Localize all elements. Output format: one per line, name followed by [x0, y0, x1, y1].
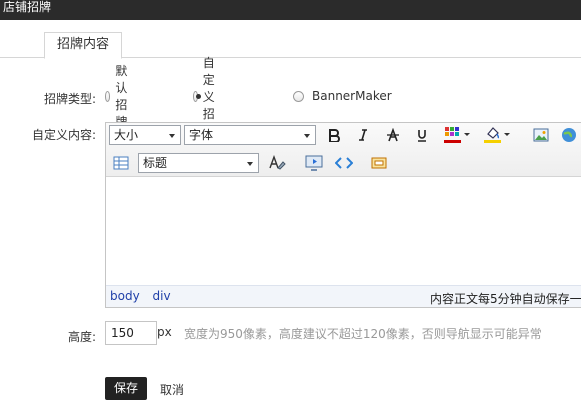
radio-indicator	[293, 90, 304, 102]
paint-bucket-icon	[484, 127, 510, 143]
bold-icon	[329, 129, 340, 142]
heading-select[interactable]: 标题	[138, 153, 259, 173]
rich-text-editor: 大小 字体 标题 body div 内容正文每5分钟自动保存一次	[105, 122, 581, 308]
font-size-value: 大小	[114, 128, 139, 142]
italic-icon	[359, 129, 367, 141]
path-item-div[interactable]: div	[153, 289, 171, 303]
height-input[interactable]	[105, 321, 157, 345]
radio-indicator-selected	[193, 90, 201, 102]
autosave-note: 内容正文每5分钟自动保存一次	[430, 292, 581, 306]
custom-content-label: 自定义内容:	[31, 128, 96, 142]
editor-status-bar: body div 内容正文每5分钟自动保存一次	[106, 285, 581, 307]
height-hint: 宽度为950像素，高度建议不超过120像素，否则导航显示可能异常	[184, 327, 542, 341]
background-color-button[interactable]	[482, 124, 512, 146]
insert-media-button[interactable]	[303, 152, 325, 174]
font-size-select[interactable]: 大小	[109, 125, 181, 145]
window-title: 店铺招牌	[0, 0, 581, 20]
table-icon	[113, 156, 129, 170]
tab-signboard-content[interactable]: 招牌内容	[44, 32, 122, 59]
chevron-down-icon	[247, 162, 253, 166]
insert-image-button[interactable]	[530, 124, 552, 146]
radio-default-signboard[interactable]: 默认招牌	[105, 64, 133, 129]
radio-bannermaker[interactable]: BannerMaker	[293, 88, 392, 104]
chevron-down-icon	[169, 134, 175, 138]
insert-link-button[interactable]	[558, 124, 580, 146]
text-color-icon	[444, 127, 470, 143]
font-family-select[interactable]: 字体	[184, 125, 316, 145]
radio-label: 默认招牌	[115, 64, 128, 129]
globe-icon	[562, 128, 576, 142]
cancel-button[interactable]: 取消	[160, 381, 184, 398]
source-code-button[interactable]	[333, 152, 355, 174]
code-icon	[335, 157, 353, 169]
heading-value: 标题	[143, 156, 168, 170]
chevron-down-icon	[304, 134, 310, 138]
underline-button[interactable]	[411, 124, 433, 146]
tab-bar: 招牌内容	[0, 32, 581, 59]
height-unit: px	[157, 325, 172, 339]
height-label: 高度:	[67, 330, 96, 344]
font-family-value: 字体	[189, 128, 214, 142]
image-icon	[533, 128, 549, 142]
editor-toolbar: 大小 字体 标题	[106, 123, 581, 177]
italic-button[interactable]	[352, 124, 374, 146]
clear-format-button[interactable]	[266, 152, 288, 174]
bold-button[interactable]	[323, 124, 345, 146]
underline-icon	[418, 130, 426, 142]
text-color-button[interactable]	[442, 124, 472, 146]
table-button[interactable]	[110, 152, 132, 174]
path-item-body[interactable]: body	[110, 289, 140, 303]
radio-label: BannerMaker	[312, 89, 392, 103]
signboard-type-label: 招牌类型:	[43, 92, 96, 106]
fullscreen-icon	[371, 157, 387, 169]
eraser-icon	[269, 155, 286, 170]
strikethrough-button[interactable]	[382, 124, 404, 146]
editor-content-area[interactable]	[106, 178, 581, 285]
radio-custom-signboard[interactable]: 自定义招牌	[193, 56, 221, 138]
strikethrough-icon	[387, 128, 399, 142]
monitor-icon	[305, 155, 323, 171]
fullscreen-button[interactable]	[368, 152, 390, 174]
element-path: body div	[110, 289, 180, 303]
save-button[interactable]: 保存	[105, 377, 147, 400]
radio-indicator	[105, 90, 111, 102]
